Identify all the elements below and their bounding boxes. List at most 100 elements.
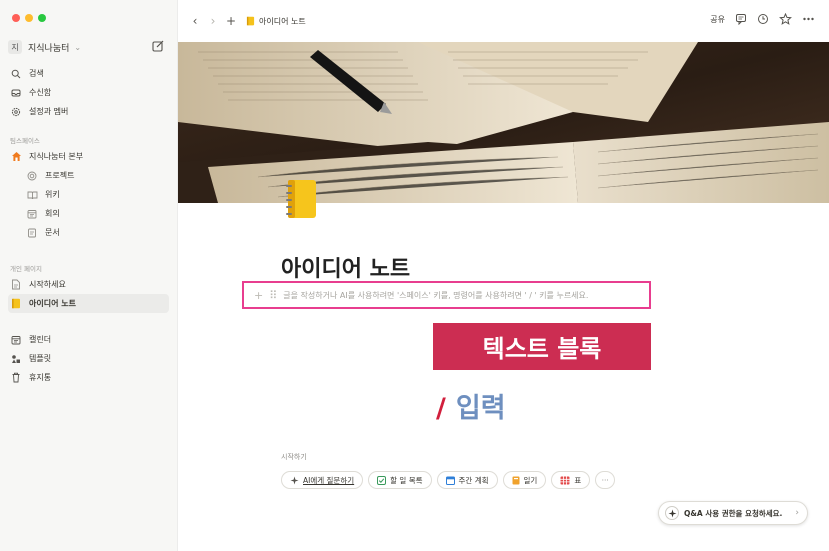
cover-image[interactable] [178, 42, 829, 203]
workspace-name: 지식나눔터 [28, 43, 70, 54]
sidebar-item-label: 회의 [45, 209, 60, 218]
sidebar-item-search[interactable]: 검색 [8, 64, 169, 83]
back-icon[interactable]: ‹ [188, 14, 202, 28]
ai-sparkle-icon [290, 476, 299, 485]
minimize-window-button[interactable] [25, 14, 33, 22]
chip-label: 주간 계획 [458, 475, 489, 485]
search-icon [10, 68, 22, 80]
start-label: 시작하기 [281, 453, 307, 461]
page-title[interactable]: 아이디어 노트 [281, 251, 410, 283]
forward-icon[interactable]: › [206, 14, 220, 28]
chip-label: 할 일 목록 [390, 475, 423, 485]
text-block-input[interactable]: + ⠿ 글을 작성하거나 AI를 사용하려면 '스페이스' 키를, 명령어를 사… [242, 281, 651, 309]
table-icon [560, 476, 570, 485]
sidebar-item-getting-started[interactable]: 시작하세요 [8, 275, 169, 294]
checkbox-icon [377, 475, 387, 485]
target-icon [26, 170, 38, 182]
new-page-icon[interactable] [151, 39, 165, 53]
workspace-switcher[interactable]: 지 지식나눔터 ⌄ [8, 37, 169, 57]
annotation-banner: 텍스트 블록 [433, 323, 651, 370]
chip-label: AI에게 질문하기 [303, 475, 355, 485]
more-icon[interactable] [802, 13, 815, 25]
chip-table[interactable]: 표 [551, 471, 591, 489]
chevron-down-icon: ⌄ [74, 42, 82, 52]
document-icon [26, 227, 38, 239]
calendar-icon [26, 208, 38, 220]
breadcrumb-label: 아이디어 노트 [259, 16, 306, 26]
sidebar-item-projects[interactable]: 프로젝트 [8, 166, 169, 185]
book-icon [26, 189, 38, 201]
sidebar-item-label: 위키 [45, 190, 60, 199]
page-icon [10, 279, 22, 291]
template-chips: AI에게 질문하기 할 일 목록 주간 계획 일기 표 ··· [281, 471, 616, 489]
qa-permission-button[interactable]: Q&A 사용 권한을 요청하세요. › [658, 501, 808, 525]
section-label-teamspace: 팀스페이스 [10, 137, 40, 145]
sidebar-item-label: 아이디어 노트 [29, 299, 76, 308]
breadcrumb[interactable]: 아이디어 노트 [246, 16, 306, 27]
calendar-icon [445, 476, 455, 485]
trash-icon [10, 372, 22, 384]
inbox-icon [10, 87, 22, 99]
qa-button-label: Q&A 사용 권한을 요청하세요. [684, 508, 783, 518]
comment-icon[interactable] [735, 13, 747, 25]
gear-icon [10, 106, 22, 118]
chip-more-button[interactable]: ··· [595, 471, 616, 489]
sidebar-bottom-nav: 캘린더 템플릿 휴지통 [8, 330, 169, 387]
main-content: ‹ › + 아이디어 노트 공유 아이디어 노트 + ⠿ 글을 작성하거나 AI… [178, 0, 829, 551]
plus-icon[interactable]: + [224, 14, 238, 28]
slash-input-annotation: / 입력 [436, 386, 506, 425]
chevron-right-icon: › [795, 508, 799, 518]
chip-weekly-plan[interactable]: 주간 계획 [436, 471, 498, 489]
sidebar-item-meetings[interactable]: 회의 [8, 204, 169, 223]
sidebar-item-calendar[interactable]: 캘린더 [8, 330, 169, 349]
slash-symbol: / [436, 393, 446, 424]
workspace-avatar: 지 [8, 40, 22, 54]
topbar-actions: 공유 [710, 13, 815, 25]
sidebar-item-label: 설정과 멤버 [29, 107, 69, 116]
teamspace-section: 팀스페이스 지식나눔터 본부 프로젝트 위키 회의 문서 [8, 133, 169, 242]
add-block-icon[interactable]: + [254, 289, 263, 302]
sidebar-top-nav: 검색 수신함 설정과 멤버 [8, 64, 169, 121]
slash-word: 입력 [455, 393, 506, 424]
sidebar-item-idea-note[interactable]: 아이디어 노트 [8, 294, 169, 313]
sidebar-item-label: 지식나눔터 본부 [29, 152, 84, 161]
sidebar-item-settings[interactable]: 설정과 멤버 [8, 102, 169, 121]
sidebar-item-docs[interactable]: 문서 [8, 223, 169, 242]
clock-icon[interactable] [757, 13, 769, 25]
chip-todo[interactable]: 할 일 목록 [368, 471, 432, 489]
drag-handle-icon[interactable]: ⠿ [269, 289, 277, 302]
topbar: ‹ › + 아이디어 노트 공유 [178, 0, 829, 42]
sidebar-item-label: 프로젝트 [45, 171, 75, 180]
sidebar-item-templates[interactable]: 템플릿 [8, 349, 169, 368]
close-window-button[interactable] [12, 14, 20, 22]
sidebar-item-label: 템플릿 [29, 354, 52, 363]
sidebar-item-label: 수신함 [29, 88, 52, 97]
page-notebook-icon[interactable] [284, 178, 318, 220]
block-placeholder: 글을 작성하거나 AI를 사용하려면 '스페이스' 키를, 명령어를 사용하려면… [283, 290, 589, 300]
sidebar-item-trash[interactable]: 휴지통 [8, 368, 169, 387]
notebook-icon [10, 298, 22, 310]
chip-ask-ai[interactable]: AI에게 질문하기 [281, 471, 364, 489]
chip-journal[interactable]: 일기 [502, 471, 547, 489]
journal-icon [512, 476, 520, 485]
sidebar-item-teamspace-home[interactable]: 지식나눔터 본부 [8, 147, 169, 166]
sidebar-item-label: 검색 [29, 69, 44, 78]
sidebar-item-label: 시작하세요 [29, 280, 66, 289]
sidebar: 지 지식나눔터 ⌄ 검색 수신함 설정과 멤버 팀스페이스 지식나눔터 본부 프… [0, 0, 178, 551]
window-controls [12, 14, 46, 22]
section-label-private: 개인 페이지 [10, 265, 42, 273]
star-icon[interactable] [779, 13, 792, 25]
sidebar-item-wiki[interactable]: 위키 [8, 185, 169, 204]
notebook-icon [246, 16, 255, 26]
calendar-icon [10, 334, 22, 346]
chip-label: 일기 [523, 475, 538, 485]
share-button[interactable]: 공유 [710, 14, 725, 25]
sidebar-item-label: 휴지통 [29, 373, 52, 382]
zoom-window-button[interactable] [38, 14, 46, 22]
sidebar-item-label: 문서 [45, 228, 60, 237]
private-section: 개인 페이지 시작하세요 아이디어 노트 [8, 261, 169, 313]
sidebar-item-label: 캘린더 [29, 335, 52, 344]
shapes-icon [10, 353, 22, 365]
sidebar-item-inbox[interactable]: 수신함 [8, 83, 169, 102]
ai-sparkle-icon [665, 506, 679, 520]
